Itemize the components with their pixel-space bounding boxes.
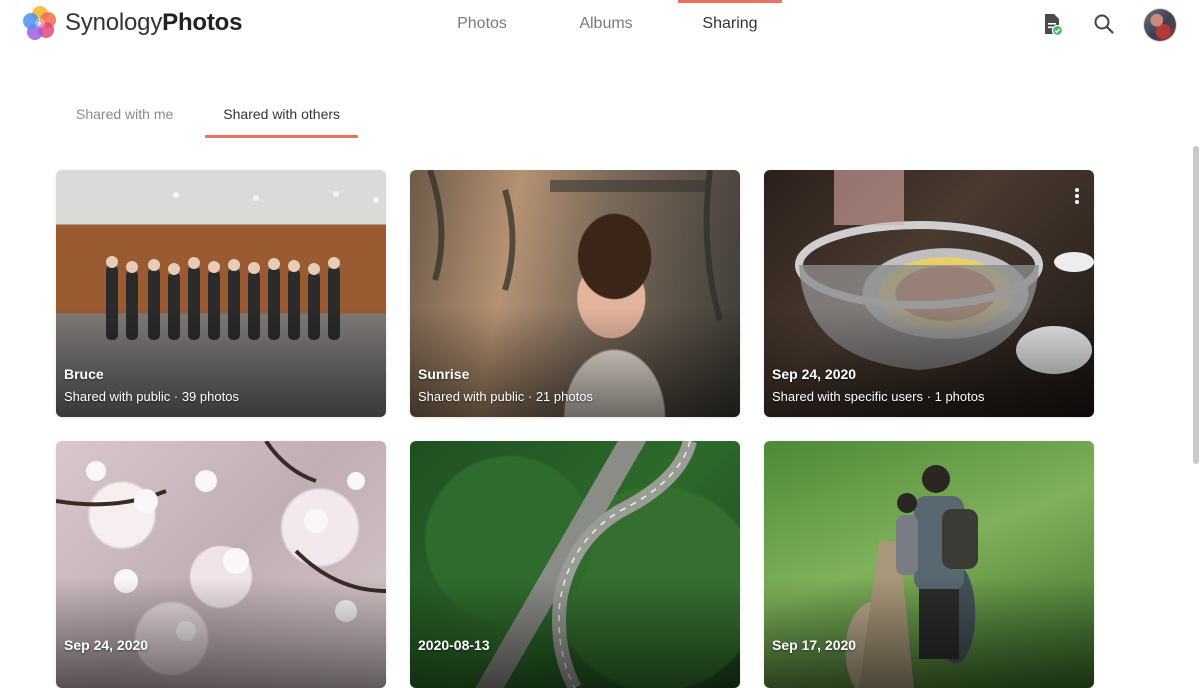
page-scrollbar[interactable] [1193,146,1199,464]
album-title: Sunrise [418,366,470,382]
main-nav: Photos Albums Sharing [430,0,782,50]
tab-shared-with-me[interactable]: Shared with me [58,96,191,138]
album-card[interactable]: Sep 17, 2020 [764,441,1094,688]
search-icon[interactable] [1092,12,1116,36]
tab-shared-with-others[interactable]: Shared with others [205,96,358,138]
card-gradient [764,578,1094,688]
album-title: Sep 17, 2020 [772,637,857,653]
album-title: Sep 24, 2020 [772,366,857,382]
app-title: SynologyPhotos [65,9,243,36]
more-options-icon[interactable] [1074,188,1080,208]
album-meta: Shared with public · 39 photos [64,389,239,404]
album-title: Bruce [64,366,104,382]
top-header: SynologyPhotos Photos Albums Sharing [0,0,1200,50]
album-card[interactable]: Sep 24, 2020 [56,441,386,688]
album-card[interactable]: Sunrise Shared with public · 21 photos [410,170,740,417]
app-logo[interactable]: SynologyPhotos [22,5,242,41]
album-card[interactable]: 2020-08-13 [410,441,740,688]
album-meta: Shared with public · 21 photos [418,389,593,404]
album-title: 2020-08-13 [418,637,490,653]
sharing-subtabs: Shared with me Shared with others [58,96,372,138]
album-card[interactable]: Sep 24, 2020 Shared with specific users … [764,170,1094,417]
album-card[interactable]: Bruce Shared with public · 39 photos [56,170,386,417]
album-title: Sep 24, 2020 [64,637,149,653]
card-gradient [56,578,386,688]
user-avatar[interactable] [1144,9,1176,41]
nav-sharing[interactable]: Sharing [678,0,782,50]
card-gradient [410,578,740,688]
nav-photos[interactable]: Photos [430,0,534,50]
nav-albums[interactable]: Albums [554,0,658,50]
album-meta: Shared with specific users · 1 photos [772,389,985,404]
synology-photos-logo-icon [23,6,56,40]
task-file-icon[interactable] [1040,12,1064,36]
